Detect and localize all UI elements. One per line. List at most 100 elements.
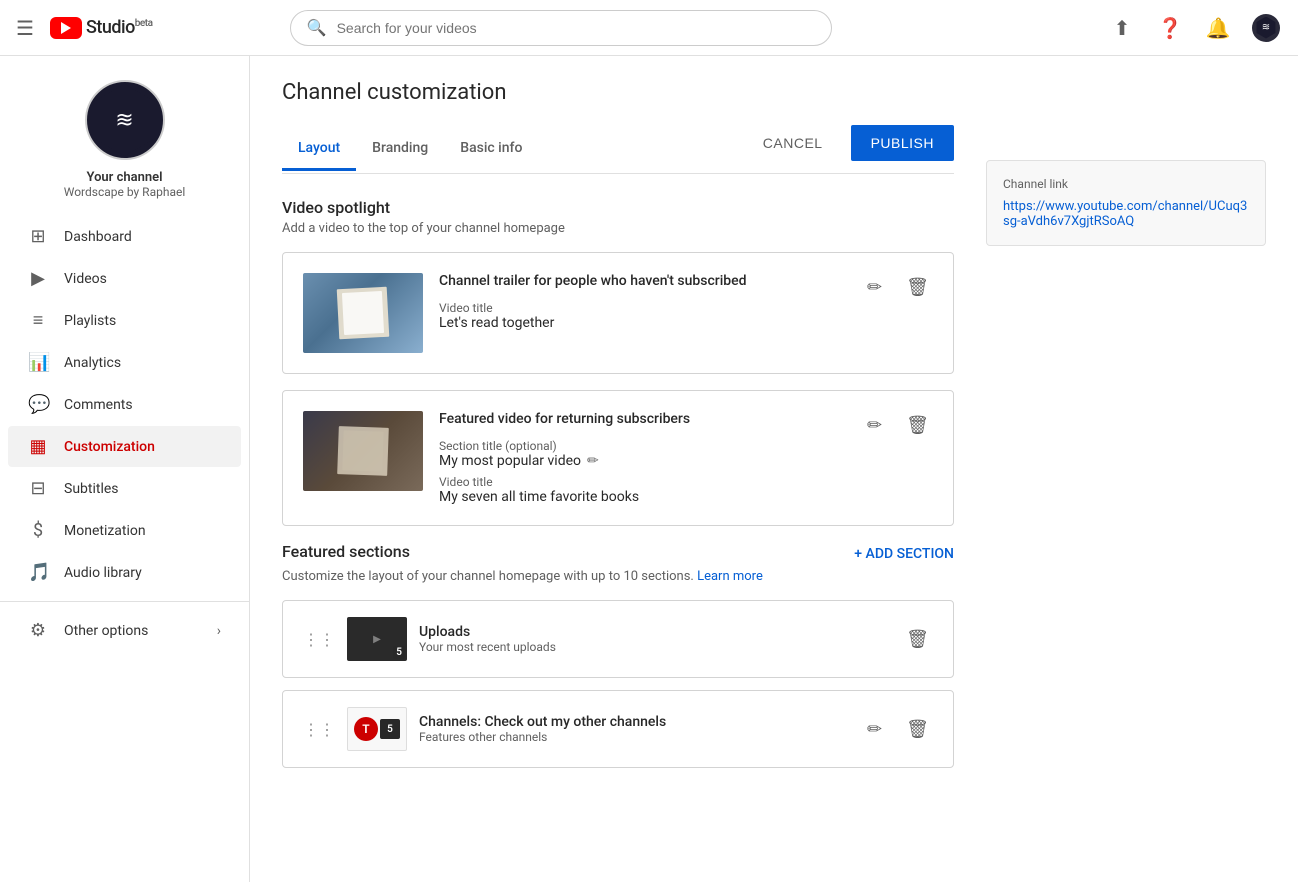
channels-edit-button[interactable]: ✏ — [863, 715, 886, 744]
uploads-name: Uploads — [419, 624, 890, 640]
page-title: Channel customization — [282, 80, 954, 105]
featured-section-value: My most popular video ✏ — [439, 453, 690, 469]
header: ☰ Studiobeta 🔍 ⬆ ❓ 🔔 ≋ — [0, 0, 1298, 56]
right-panel: Channel link https://www.youtube.com/cha… — [986, 160, 1266, 246]
header-left: ☰ Studiobeta — [16, 16, 153, 40]
featured-card-title: Featured video for returning subscribers — [439, 411, 690, 427]
avatar-icon[interactable]: ≋ — [1250, 12, 1282, 44]
subtitles-icon: ⊟ — [28, 478, 48, 499]
sidebar-item-comments[interactable]: 💬 Comments — [8, 384, 241, 425]
drag-handle-icon[interactable]: ⋮⋮ — [303, 630, 335, 649]
featured-card-actions: ✏ 🗑 — [863, 411, 933, 440]
channel-link-url[interactable]: https://www.youtube.com/channel/UCuq3sg-… — [1003, 199, 1249, 229]
bell-icon[interactable]: 🔔 — [1202, 12, 1234, 44]
sidebar-item-subtitles[interactable]: ⊟ Subtitles — [8, 468, 241, 509]
nav-divider — [0, 601, 249, 602]
youtube-logo-icon — [50, 17, 82, 39]
featured-sections: Featured sections + ADD SECTION Customiz… — [282, 542, 954, 768]
sidebar-item-dashboard[interactable]: ⊞ Dashboard — [8, 216, 241, 257]
learn-more-link[interactable]: Learn more — [697, 569, 763, 584]
channel-trailer-card: Channel trailer for people who haven't s… — [282, 252, 954, 374]
help-icon[interactable]: ❓ — [1154, 12, 1186, 44]
customization-icon: ▦ — [28, 436, 48, 457]
playlists-icon: ≡ — [28, 310, 48, 331]
section-card-channels: ⋮⋮ T 5 Channels: Check out my other chan… — [282, 690, 954, 768]
sidebar-item-label: Customization — [64, 439, 155, 455]
publish-button[interactable]: PUBLISH — [851, 125, 954, 161]
sidebar-item-label: Other options — [64, 623, 148, 639]
sidebar-item-customization[interactable]: ▦ Customization — [8, 426, 241, 467]
channel-link-label: Channel link — [1003, 177, 1249, 191]
sidebar-item-label: Audio library — [64, 565, 142, 581]
section-card-uploads: ⋮⋮ ▶ 5 Uploads Your most recent uploads … — [282, 600, 954, 678]
sidebar-item-analytics[interactable]: 📊 Analytics — [8, 342, 241, 383]
sidebar-item-videos[interactable]: ▶ Videos — [8, 258, 241, 299]
featured-thumbnail — [303, 411, 423, 491]
analytics-icon: 📊 — [28, 352, 48, 373]
add-section-button[interactable]: + ADD SECTION — [854, 546, 954, 562]
channels-card-actions: ✏ 🗑 — [863, 715, 933, 744]
featured-section-label: Section title (optional) — [439, 439, 690, 453]
sidebar-item-monetization[interactable]: $ Monetization — [8, 510, 241, 551]
featured-edit-button[interactable]: ✏ — [863, 411, 886, 440]
menu-icon[interactable]: ☰ — [16, 16, 34, 40]
tab-branding[interactable]: Branding — [356, 128, 444, 171]
featured-sections-subtitle: Customize the layout of your channel hom… — [282, 569, 954, 584]
dashboard-icon: ⊞ — [28, 226, 48, 247]
logo-text: Studiobeta — [86, 17, 153, 38]
trailer-card-actions: ✏ 🗑 — [863, 273, 933, 302]
channels-name: Channels: Check out my other channels — [419, 714, 851, 730]
tab-layout[interactable]: Layout — [282, 128, 356, 171]
sidebar-item-label: Dashboard — [64, 229, 132, 245]
audio-library-icon: 🎵 — [28, 562, 48, 583]
channel-s-badge: 5 — [380, 719, 400, 739]
channel-name: Your channel — [86, 170, 162, 185]
featured-delete-button[interactable]: 🗑 — [902, 411, 933, 440]
sidebar-item-label: Monetization — [64, 523, 146, 539]
section-title-edit-icon[interactable]: ✏ — [587, 453, 599, 469]
featured-video-card: Featured video for returning subscribers… — [282, 390, 954, 526]
trailer-thumbnail — [303, 273, 423, 353]
video-spotlight-title: Video spotlight — [282, 198, 954, 217]
channels-info: Channels: Check out my other channels Fe… — [419, 714, 851, 744]
search-input[interactable] — [337, 20, 815, 36]
featured-meta-label: Video title — [439, 475, 690, 489]
video-spotlight-section: Video spotlight Add a video to the top o… — [282, 198, 954, 526]
sidebar-item-other-options[interactable]: ⚙ Other options › — [8, 610, 241, 651]
header-right: ⬆ ❓ 🔔 ≋ — [1106, 12, 1282, 44]
content: Channel customization Layout Branding Ba… — [250, 56, 1298, 882]
trailer-info: Channel trailer for people who haven't s… — [439, 273, 747, 331]
settings-icon: ⚙ — [28, 620, 48, 641]
featured-meta-value: My seven all time favorite books — [439, 489, 690, 505]
featured-info: Featured video for returning subscribers… — [439, 411, 690, 505]
cancel-button[interactable]: CANCEL — [751, 127, 835, 159]
channels-delete-button[interactable]: 🗑 — [902, 715, 933, 744]
search-bar[interactable]: 🔍 — [290, 10, 832, 46]
channel-subtitle: Wordscape by Raphael — [64, 185, 186, 199]
uploads-thumbnail: ▶ 5 — [347, 617, 407, 661]
uploads-delete-button[interactable]: 🗑 — [902, 625, 933, 654]
sidebar-item-playlists[interactable]: ≡ Playlists — [8, 300, 241, 341]
channels-thumbnail: T 5 — [347, 707, 407, 751]
card-content-left: Featured video for returning subscribers… — [303, 411, 690, 505]
sidebar-item-audio-library[interactable]: 🎵 Audio library — [8, 552, 241, 593]
main-layout: ≋ Your channel Wordscape by Raphael ⊞ Da… — [0, 56, 1298, 882]
logo: Studiobeta — [50, 17, 153, 39]
drag-handle-icon[interactable]: ⋮⋮ — [303, 720, 335, 739]
trailer-delete-button[interactable]: 🗑 — [902, 273, 933, 302]
sidebar-item-label: Analytics — [64, 355, 121, 371]
upload-icon[interactable]: ⬆ — [1106, 12, 1138, 44]
tab-basic-info[interactable]: Basic info — [444, 128, 538, 171]
trailer-meta-value: Let's read together — [439, 315, 747, 331]
channel-t-badge: T — [354, 717, 378, 741]
channels-desc: Features other channels — [419, 730, 851, 744]
video-spotlight-subtitle: Add a video to the top of your channel h… — [282, 221, 954, 236]
trailer-meta-label: Video title — [439, 301, 747, 315]
sidebar-item-label: Subtitles — [64, 481, 119, 497]
uploads-badge: 5 — [393, 646, 405, 659]
trailer-edit-button[interactable]: ✏ — [863, 273, 886, 302]
tab-actions: CANCEL PUBLISH — [751, 125, 954, 173]
uploads-desc: Your most recent uploads — [419, 640, 890, 654]
channel-info: ≋ Your channel Wordscape by Raphael — [0, 56, 249, 215]
sidebar-item-label: Videos — [64, 271, 107, 287]
